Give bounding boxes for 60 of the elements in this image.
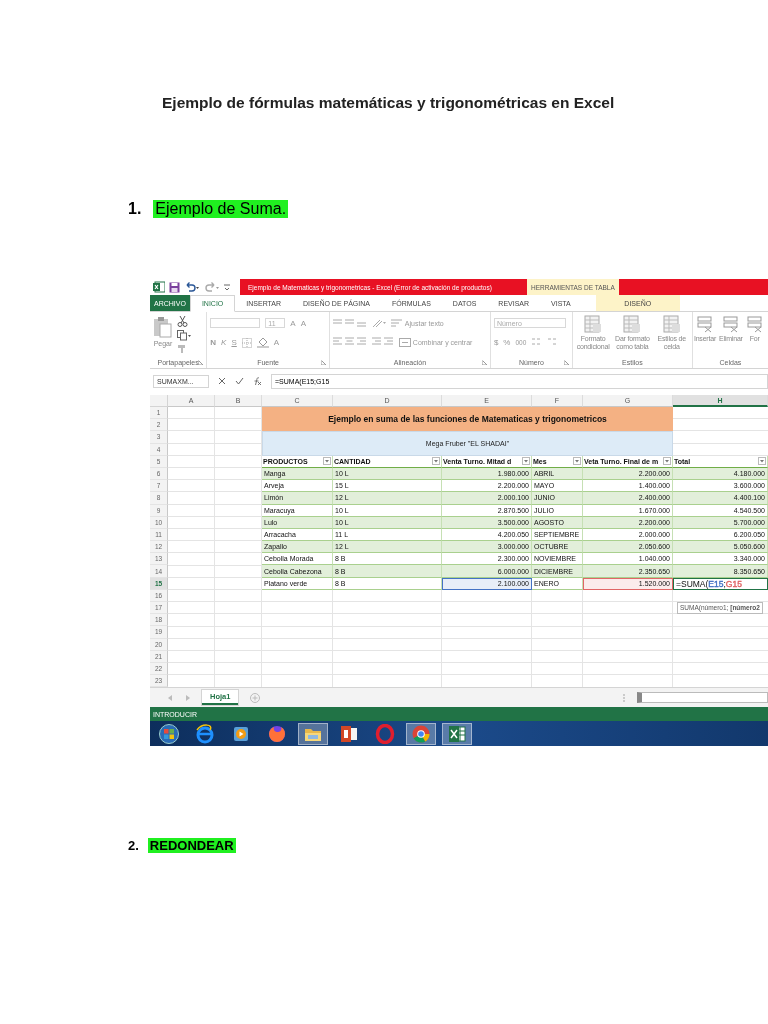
- cancel-icon[interactable]: [218, 377, 226, 385]
- dialog-launcher-icon[interactable]: [198, 360, 204, 365]
- filter-dropdown-icon[interactable]: [323, 457, 331, 466]
- formula-part: ;: [723, 578, 726, 589]
- grow-font-button[interactable]: A: [290, 318, 296, 328]
- font-color-button[interactable]: A: [273, 338, 280, 347]
- italic-button[interactable]: K: [221, 338, 227, 347]
- section-heading: Ejemplo de Suma.: [153, 200, 289, 218]
- start-orb-icon: [159, 723, 179, 744]
- enter-icon[interactable]: [235, 377, 244, 385]
- format-painter-icon[interactable]: [177, 344, 187, 354]
- taskbar-button[interactable]: [298, 722, 328, 745]
- taskbar-button[interactable]: [442, 722, 472, 745]
- spreadsheet-icon: [447, 723, 467, 744]
- rows-icon: [721, 315, 740, 333]
- bold-button[interactable]: N: [210, 338, 217, 347]
- filter-dropdown-icon[interactable]: [573, 457, 581, 466]
- presentation-icon: [339, 723, 359, 744]
- shrink-font-button[interactable]: A: [300, 318, 306, 328]
- ring-browser-icon: [375, 723, 395, 744]
- font-name-field[interactable]: [210, 318, 261, 328]
- fox-browser-icon: [267, 723, 287, 744]
- rows-icon: [745, 315, 764, 333]
- filter-dropdown-icon[interactable]: [432, 457, 440, 466]
- undo-icon[interactable]: [184, 282, 200, 292]
- section-number: 1.: [128, 200, 142, 218]
- table-style-icon: [584, 315, 603, 333]
- dialog-launcher-icon[interactable]: [481, 360, 487, 365]
- underline-button[interactable]: S: [231, 338, 237, 347]
- document-title: Ejemplo de fórmulas matemáticas y trigonométricas en Excel: [162, 94, 616, 112]
- filter-dropdown-icon[interactable]: [522, 457, 530, 466]
- table-title: Ejemplo en suma de las funciones de Matematicas y trigonometricos: [262, 407, 673, 432]
- formula-part: G15: [725, 578, 742, 589]
- table-style-icon: [662, 315, 681, 333]
- clipboard-icon: [153, 316, 173, 338]
- section-heading: REDONDEAR: [147, 838, 236, 854]
- taskbar-button[interactable]: [406, 722, 436, 745]
- customize-icon[interactable]: [224, 283, 230, 291]
- currency-button[interactable]: $: [493, 337, 499, 347]
- section-number: 2.: [128, 838, 139, 854]
- dialog-launcher-icon[interactable]: [320, 360, 326, 365]
- horizontal-scrollbar[interactable]: [637, 692, 768, 704]
- merge-icon[interactable]: [398, 337, 411, 347]
- borders-icon[interactable]: [241, 337, 252, 348]
- cut-icon[interactable]: [177, 316, 188, 327]
- copy-icon[interactable]: [177, 330, 191, 341]
- fill-color-icon[interactable]: [256, 337, 269, 348]
- percent-button[interactable]: %: [503, 337, 511, 347]
- filter-dropdown-icon[interactable]: [663, 457, 671, 466]
- orientation-icon[interactable]: [371, 318, 386, 328]
- filter-dropdown-icon[interactable]: [758, 457, 766, 466]
- round-browser-icon: [411, 723, 431, 744]
- browser-icon: [195, 723, 215, 744]
- dialog-launcher-icon[interactable]: [563, 360, 569, 365]
- table-style-icon: [623, 315, 642, 333]
- rows-icon: [696, 315, 714, 333]
- save-icon[interactable]: [169, 281, 180, 293]
- formula-part: E15: [708, 578, 724, 589]
- function-icon[interactable]: [253, 376, 262, 386]
- formula-part: =SUMA(: [676, 578, 709, 589]
